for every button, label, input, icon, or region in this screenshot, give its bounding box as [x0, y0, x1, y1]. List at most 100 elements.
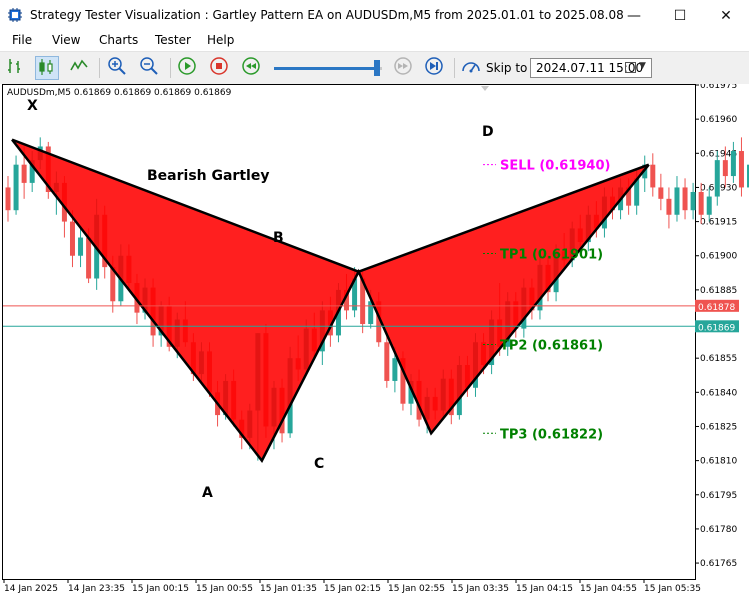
zoom-in-icon — [108, 57, 126, 75]
zoom-out-button[interactable] — [139, 56, 163, 80]
y-axis-tick-label: 0.61765 — [700, 559, 737, 569]
calendar-icon[interactable] — [625, 62, 636, 73]
stop-icon — [210, 57, 228, 75]
candle-body — [666, 198, 672, 215]
minimize-button[interactable]: — — [611, 0, 657, 31]
x-axis-tick-label: 15 Jan 00:15 — [132, 584, 189, 594]
zoom-in-button[interactable] — [107, 56, 131, 80]
stop-button[interactable] — [209, 56, 233, 80]
y-axis-tick-label: 0.61975 — [700, 84, 737, 91]
y-axis-tick-label: 0.61810 — [700, 457, 737, 467]
x-axis-tick-label: 15 Jan 00:55 — [196, 584, 253, 594]
y-axis-tick-label: 0.61885 — [700, 286, 737, 296]
y-axis-tick-label: 0.61915 — [700, 218, 737, 228]
menu-view[interactable]: View — [52, 33, 80, 47]
toolbar-separator — [170, 58, 171, 78]
x-axis-tick-label: 15 Jan 04:15 — [516, 584, 573, 594]
speed-slider-thumb[interactable] — [374, 60, 380, 76]
y-axis-tick-label: 0.61960 — [700, 115, 737, 125]
y-axis-tick-label: 0.61780 — [700, 525, 737, 535]
bar-chart-icon — [8, 59, 20, 73]
x-axis-tick-label: 14 Jan 2025 — [4, 584, 58, 594]
pattern-point-label-a: A — [202, 485, 213, 501]
level-label-tp: TP3 (0.61822) — [500, 427, 603, 442]
x-axis-tick-label: 15 Jan 01:35 — [260, 584, 317, 594]
step-forward-button[interactable] — [393, 56, 417, 80]
skip-to-end-icon — [425, 57, 443, 75]
chart-area[interactable]: 0.619750.619600.619450.619300.619150.619… — [0, 84, 749, 600]
skip-to-datetime-picker[interactable]: 2024.07.11 15:00 ▼ — [530, 58, 652, 78]
candle-body — [384, 342, 390, 381]
x-axis-tick-label: 14 Jan 23:35 — [68, 584, 125, 594]
candle-body — [658, 187, 664, 199]
candle-body — [78, 237, 84, 256]
candle-body — [722, 160, 728, 177]
y-axis-tick-label: 0.61825 — [700, 422, 737, 432]
level-label-tp: TP1 (0.61901) — [500, 247, 603, 262]
chart-shift-marker-icon — [481, 86, 489, 91]
candle-body — [682, 187, 688, 211]
menu-tester[interactable]: Tester — [155, 33, 191, 47]
x-axis-tick-label: 15 Jan 03:35 — [452, 584, 509, 594]
y-axis-tick-label: 0.61795 — [700, 491, 737, 501]
skip-to-button[interactable] — [460, 56, 484, 80]
line-chart-icon — [70, 59, 88, 71]
candle-body — [674, 187, 680, 215]
pattern-point-label-c: C — [314, 456, 324, 472]
candle-body — [714, 160, 720, 197]
level-label-sell: SELL (0.61940) — [500, 159, 610, 174]
y-axis-tick-label: 0.61900 — [700, 252, 737, 262]
rewind-icon — [242, 57, 260, 75]
candle-body — [392, 358, 398, 381]
skip-to-end-button[interactable] — [424, 56, 448, 80]
candlestick-icon — [39, 59, 53, 75]
pattern-point-label-d: D — [482, 124, 494, 140]
dropdown-arrow-icon[interactable]: ▼ — [639, 61, 646, 71]
candle-body — [698, 191, 704, 215]
menu-help[interactable]: Help — [207, 33, 234, 47]
gauge-icon — [462, 62, 480, 73]
metatrader-app-icon — [8, 8, 22, 22]
symbol-ohlc-label: AUDUSDm,M5 0.61869 0.61869 0.61869 0.618… — [7, 88, 232, 98]
candle-body — [706, 196, 712, 215]
close-button[interactable]: ✕ — [703, 0, 749, 31]
candle-body — [69, 221, 75, 256]
candle-body — [86, 237, 92, 279]
y-axis-tick-label: 0.61840 — [700, 388, 737, 398]
play-icon — [178, 57, 196, 75]
toolbar: Skip to 2024.07.11 15:00 ▼ — [0, 51, 749, 86]
pattern-point-label-x: X — [27, 98, 38, 114]
toolbar-separator — [99, 58, 100, 78]
menu-bar: File View Charts Tester Help — [0, 31, 749, 51]
price-chart[interactable]: 0.619750.619600.619450.619300.619150.619… — [0, 84, 749, 600]
candle-body — [730, 151, 736, 177]
fast-forward-icon — [394, 57, 412, 75]
play-button[interactable] — [177, 56, 201, 80]
x-axis-tick-label: 15 Jan 02:55 — [388, 584, 445, 594]
pattern-triangle-xab — [12, 139, 359, 461]
candle-body — [5, 187, 11, 211]
menu-charts[interactable]: Charts — [99, 33, 138, 47]
line-chart-button[interactable] — [69, 56, 93, 80]
zoom-out-icon — [140, 57, 158, 75]
window-title: Strategy Tester Visualization : Gartley … — [30, 8, 624, 22]
pattern-title: Bearish Gartley — [147, 168, 269, 184]
y-axis-tick-label: 0.61855 — [700, 354, 737, 364]
x-axis-tick-label: 15 Jan 04:55 — [580, 584, 637, 594]
candle-body — [21, 164, 27, 183]
slow-down-button[interactable] — [241, 56, 265, 80]
ask-price-label: 0.61869 — [698, 323, 735, 333]
speed-slider-fill — [274, 67, 377, 70]
candlestick-chart-button[interactable] — [35, 56, 59, 80]
speed-slider-track[interactable] — [274, 67, 382, 70]
x-axis-tick-label: 15 Jan 05:35 — [644, 584, 701, 594]
level-label-tp: TP2 (0.61861) — [500, 339, 603, 354]
title-bar: Strategy Tester Visualization : Gartley … — [0, 0, 749, 31]
menu-file[interactable]: File — [12, 33, 32, 47]
bar-chart-button[interactable] — [5, 56, 29, 80]
skip-to-label: Skip to — [486, 61, 528, 75]
x-axis-tick-label: 15 Jan 02:15 — [324, 584, 381, 594]
maximize-button[interactable]: ☐ — [657, 0, 703, 31]
pattern-point-label-b: B — [273, 230, 284, 246]
toolbar-separator — [454, 58, 455, 78]
